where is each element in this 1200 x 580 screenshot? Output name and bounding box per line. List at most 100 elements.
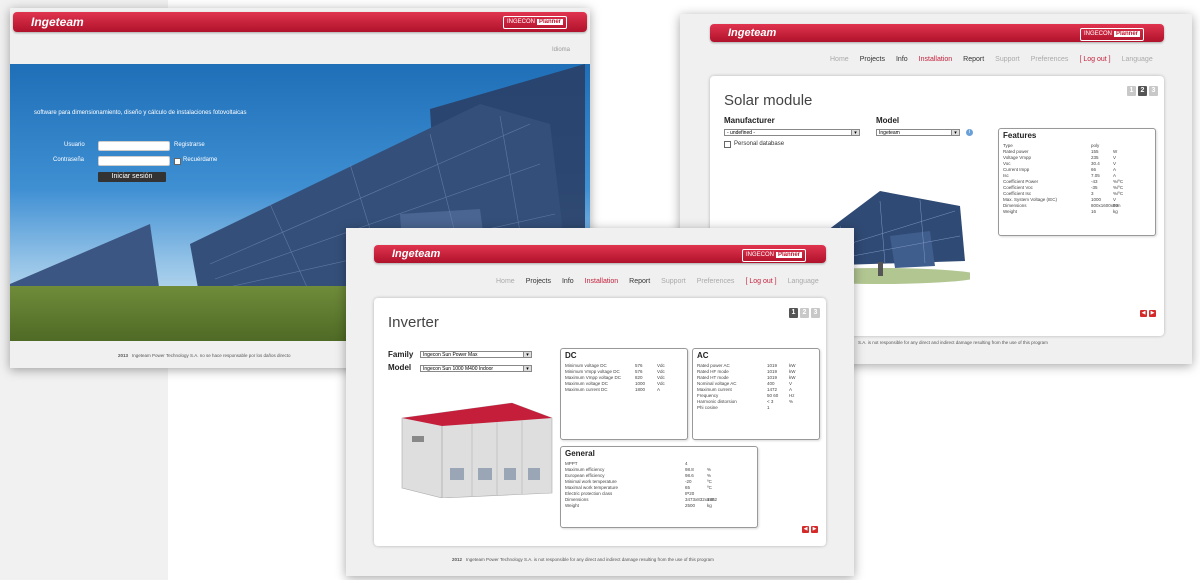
solar-topbar: Ingeteam INGECON Planner	[710, 24, 1164, 42]
features-list: Type poly Rated power 155 W Voltage Vmpp 235 V V…	[999, 143, 1155, 215]
footer-year: 2013	[118, 353, 129, 358]
inverter-cabinet-image	[401, 402, 553, 498]
general-title: General	[565, 449, 595, 458]
nav-report[interactable]: Report	[629, 278, 650, 285]
inverter-topbar: Ingeteam INGECON Planner	[374, 245, 826, 263]
general-list: MPPT 4 Maximum efficiency 98.8% European eff…	[561, 461, 757, 509]
login-button[interactable]: Iniciar sesión	[98, 172, 166, 182]
ingeteam-logo: Ingeteam	[728, 27, 777, 39]
step-indicator: 1 2 3	[789, 308, 820, 318]
spec-unit: A	[657, 387, 661, 392]
step-2[interactable]: 2	[1138, 86, 1147, 96]
spec-row: Phi cosine 1	[697, 405, 819, 411]
step-indicator: 1 2 3	[1127, 86, 1158, 96]
badge-text: INGECON	[745, 252, 774, 258]
nav-report[interactable]: Report	[963, 56, 984, 63]
features-title: Features	[1003, 131, 1037, 140]
spec-unit: kg	[707, 503, 712, 508]
page-title: Solar module	[724, 92, 813, 109]
spec-key: Weight	[1003, 209, 1017, 214]
info-icon[interactable]: i	[966, 129, 973, 136]
nav-logout[interactable]: [ Log out ]	[1079, 56, 1110, 63]
nav-home[interactable]: Home	[830, 56, 849, 63]
spec-value: 1800	[635, 387, 646, 392]
spec-row: Maximum current DC 1800 A	[565, 387, 687, 393]
register-link[interactable]: Registrarse	[174, 142, 205, 148]
nav-info[interactable]: Info	[896, 56, 908, 63]
nav-logout[interactable]: [ Log out ]	[745, 278, 776, 285]
nav-installation[interactable]: Installation	[919, 56, 952, 63]
badge-suffix: Planner	[775, 252, 802, 258]
dc-panel: DC Minimum voltage DC 576 Vdc Minimum Vmpp …	[560, 348, 688, 440]
nav-language[interactable]: Language	[788, 278, 819, 285]
inverter-window: Ingeteam INGECON Planner Home Projects In…	[346, 228, 854, 576]
footer-year: 2012	[452, 557, 463, 562]
step-3[interactable]: 3	[811, 308, 820, 318]
spec-unit	[789, 405, 801, 411]
model-select[interactable]: Ingecon Sun 1000 M400 Indoor ▾	[420, 365, 532, 372]
nav-projects[interactable]: Projects	[526, 278, 551, 285]
nav-arrows: ◀ ▶	[1140, 310, 1156, 317]
password-label: Contraseña	[53, 157, 85, 163]
step-1[interactable]: 1	[789, 308, 798, 318]
chevron-down-icon: ▾	[523, 352, 531, 357]
ac-title: AC	[697, 351, 709, 360]
dc-title: DC	[565, 351, 577, 360]
ac-panel: AC Rated power AC 1019 kW Rated HF mode 1019…	[692, 348, 820, 440]
nav-language[interactable]: Language	[1122, 56, 1153, 63]
dc-list: Minimum voltage DC 576 Vdc Minimum Vmpp vol…	[561, 363, 687, 393]
remember-checkbox[interactable]	[174, 158, 181, 165]
nav-support[interactable]: Support	[995, 56, 1020, 63]
manufacturer-select[interactable]: - undefined - ▾	[724, 129, 860, 136]
chevron-down-icon: ▾	[523, 366, 531, 371]
nav-installation[interactable]: Installation	[585, 278, 618, 285]
spec-row: Weight 2500 kg	[565, 503, 757, 509]
spec-value: 16	[1091, 209, 1097, 214]
nav-preferences[interactable]: Preferences	[697, 278, 735, 285]
nav-home[interactable]: Home	[496, 278, 515, 285]
next-arrow-icon[interactable]: ▶	[811, 526, 818, 533]
personal-db-checkbox[interactable]	[724, 141, 731, 148]
nav-arrows: ◀ ▶	[802, 526, 818, 533]
manufacturer-label: Manufacturer	[724, 116, 775, 125]
user-label: Usuario	[64, 142, 85, 148]
next-arrow-icon[interactable]: ▶	[1149, 310, 1156, 317]
nav-preferences[interactable]: Preferences	[1031, 56, 1069, 63]
personal-db-label: Personal database	[734, 141, 785, 147]
language-selector[interactable]: Idioma	[552, 47, 570, 53]
solar-footer: S.A. is not responsible for any direct a…	[858, 340, 1048, 345]
remember-label: Recuérdame	[183, 157, 218, 163]
footer-text: Ingeteam Power Technology S.A. is not re…	[466, 557, 714, 562]
step-3[interactable]: 3	[1149, 86, 1158, 96]
badge-text: INGECON	[506, 19, 535, 25]
ingecon-planner-badge: INGECON Planner	[741, 249, 806, 262]
spec-key: Weight	[565, 503, 579, 508]
nav-info[interactable]: Info	[562, 278, 574, 285]
model-label: Model	[388, 363, 412, 372]
nav-support[interactable]: Support	[661, 278, 686, 285]
nav-projects[interactable]: Projects	[860, 56, 885, 63]
login-topbar: Ingeteam INGECON Planner	[13, 12, 587, 32]
inverter-footer: 2012 Ingeteam Power Technology S.A. is no…	[452, 557, 714, 562]
prev-arrow-icon[interactable]: ◀	[802, 526, 809, 533]
login-tagline: software para dimensionamiento, diseño y…	[34, 110, 247, 116]
password-input[interactable]	[98, 156, 170, 166]
spec-value: 2500	[685, 503, 696, 508]
general-panel: General MPPT 4 Maximum efficiency 98.8% Euro…	[560, 446, 758, 528]
user-input[interactable]	[98, 141, 170, 151]
badge-suffix: Planner	[1113, 31, 1140, 37]
spec-key: Maximum current DC	[565, 387, 608, 392]
chevron-down-icon: ▾	[951, 130, 959, 135]
model-value: Ingeteam	[879, 130, 900, 136]
family-select[interactable]: Ingecon Sun Power Max ▾	[420, 351, 532, 358]
ingeteam-logo: Ingeteam	[31, 15, 84, 29]
model-select[interactable]: Ingeteam ▾	[876, 129, 960, 136]
page-title: Inverter	[388, 314, 439, 331]
spec-value: 1	[767, 405, 770, 410]
step-1[interactable]: 1	[1127, 86, 1136, 96]
model-value: Ingecon Sun 1000 M400 Indoor	[423, 366, 494, 372]
badge-suffix: Planner	[536, 19, 563, 25]
step-2[interactable]: 2	[800, 308, 809, 318]
manufacturer-value: - undefined -	[727, 130, 756, 136]
prev-arrow-icon[interactable]: ◀	[1140, 310, 1147, 317]
